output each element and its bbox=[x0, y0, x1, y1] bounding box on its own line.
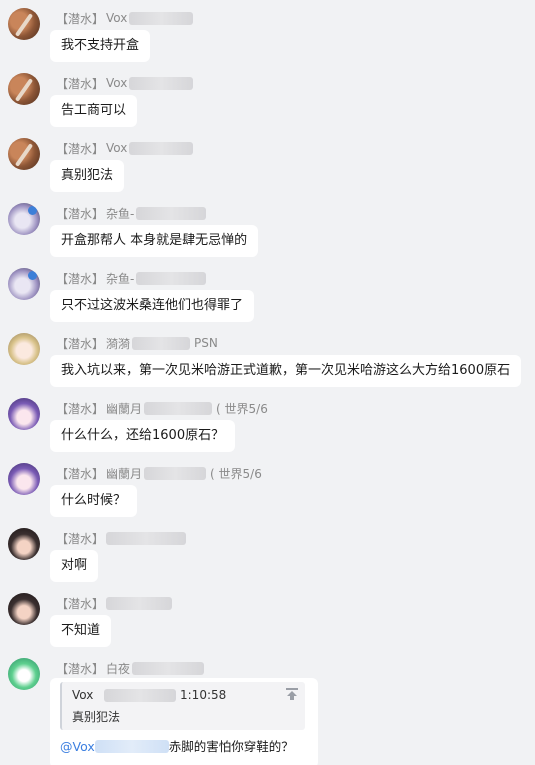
sender-name[interactable]: 漪漪 bbox=[106, 335, 130, 352]
redacted-name bbox=[129, 141, 194, 155]
sender-line: 【潜水】 幽蘭月 ( 世界5/6 bbox=[56, 400, 268, 416]
avatar[interactable] bbox=[8, 463, 40, 495]
sender-line: 【潜水】 杂鱼- bbox=[56, 205, 207, 222]
message-bubble[interactable]: 我入坑以来，第一次见米哈游正式道歉，第一次见米哈游这么大方给1600原石 bbox=[50, 355, 522, 387]
quoted-sender: Vox bbox=[72, 688, 94, 702]
redacted-name bbox=[132, 661, 205, 675]
avatar[interactable] bbox=[8, 138, 40, 170]
message-bubble[interactable]: 什么时候？ bbox=[50, 485, 138, 517]
avatar[interactable] bbox=[8, 528, 40, 560]
redacted-name bbox=[136, 271, 207, 285]
sender-tag: 【潜水】 bbox=[56, 11, 105, 26]
sender-name[interactable]: Vox bbox=[106, 11, 127, 25]
sender-tag: 【潜水】 bbox=[56, 271, 105, 286]
avatar[interactable] bbox=[8, 398, 40, 430]
message-bubble[interactable]: 真别犯法 bbox=[50, 160, 125, 192]
sender-name[interactable]: 杂鱼- bbox=[106, 205, 134, 222]
avatar[interactable] bbox=[8, 658, 40, 690]
sender-suffix: ( 世界5/6 bbox=[216, 401, 268, 416]
avatar[interactable] bbox=[8, 8, 40, 40]
sender-suffix: ( 世界5/6 bbox=[210, 466, 262, 481]
sender-tag: 【潜水】 bbox=[56, 401, 105, 416]
sender-line: 【潜水】 bbox=[56, 595, 173, 611]
redacted-name bbox=[129, 76, 194, 90]
avatar[interactable] bbox=[8, 268, 40, 300]
sender-tag: 【潜水】 bbox=[56, 466, 105, 481]
sender-tag: 【潜水】 bbox=[56, 141, 105, 156]
avatar[interactable] bbox=[8, 203, 40, 235]
redacted-name bbox=[136, 206, 207, 220]
reply-text: 赤脚的害怕你穿鞋的？ bbox=[168, 739, 294, 754]
sender-line: 【潜水】 Vox bbox=[56, 10, 194, 26]
message-bubble[interactable]: 我不支持开盒 bbox=[50, 30, 151, 62]
sender-name[interactable]: 幽蘭月 bbox=[106, 400, 142, 417]
message-bubble[interactable]: 开盒那帮人 本身就是肆无忌惮的 bbox=[50, 225, 259, 257]
sender-line: 【潜水】 白夜 bbox=[56, 660, 205, 677]
sender-line: 【潜水】 Vox bbox=[56, 75, 194, 91]
sender-line: 【潜水】 漪漪 PSN bbox=[56, 335, 218, 351]
redacted-name bbox=[106, 531, 187, 545]
sender-line: 【潜水】 bbox=[56, 530, 187, 546]
reply-content: @Vox 赤脚的害怕你穿鞋的？ bbox=[60, 736, 294, 758]
sender-tag: 【潜水】 bbox=[56, 661, 105, 676]
message-bubble[interactable]: 告工商可以 bbox=[50, 95, 138, 127]
sender-tag: 【潜水】 bbox=[56, 76, 105, 91]
message-bubble[interactable]: 不知道 bbox=[50, 615, 112, 647]
sender-tag: 【潜水】 bbox=[56, 206, 105, 221]
avatar[interactable] bbox=[8, 333, 40, 365]
redacted-name bbox=[144, 401, 213, 415]
redacted-name bbox=[144, 466, 207, 480]
sender-tag: 【潜水】 bbox=[56, 596, 105, 611]
message-bubble[interactable]: 什么什么，还给1600原石？ bbox=[50, 420, 236, 452]
sender-name[interactable]: 幽蘭月 bbox=[106, 465, 142, 482]
sender-name[interactable]: Vox bbox=[106, 76, 127, 90]
message-bubble[interactable]: 对啊 bbox=[50, 550, 99, 582]
redacted-name bbox=[94, 740, 169, 753]
sender-tag: 【潜水】 bbox=[56, 336, 105, 351]
sender-suffix: PSN bbox=[194, 336, 218, 350]
quoted-text: 真别犯法 bbox=[72, 710, 121, 724]
quoted-timestamp: 1:10:58 bbox=[180, 688, 227, 702]
sender-line: 【潜水】 幽蘭月 ( 世界5/6 bbox=[56, 465, 262, 481]
redacted-name bbox=[132, 336, 191, 350]
avatar[interactable] bbox=[8, 73, 40, 105]
mention-link[interactable]: @Vox bbox=[60, 739, 95, 754]
sender-line: 【潜水】 Vox bbox=[56, 140, 194, 156]
redacted-name bbox=[104, 689, 176, 702]
sender-line: 【潜水】 杂鱼- bbox=[56, 270, 207, 287]
message-bubble[interactable]: 只不过这波米桑连他们也得罪了 bbox=[50, 290, 255, 322]
sender-name[interactable]: 白夜 bbox=[106, 660, 130, 677]
avatar[interactable] bbox=[8, 593, 40, 625]
sender-tag: 【潜水】 bbox=[56, 531, 105, 546]
redacted-name bbox=[129, 11, 194, 25]
sender-name[interactable]: Vox bbox=[106, 141, 127, 155]
jump-to-message-icon[interactable] bbox=[285, 687, 299, 701]
redacted-name bbox=[106, 596, 173, 610]
message-bubble[interactable]: Vox 1:10:58 真别犯法 @Vox 赤脚的害怕你穿鞋的？ bbox=[50, 678, 318, 765]
quoted-message[interactable]: Vox 1:10:58 真别犯法 bbox=[60, 682, 305, 730]
sender-name[interactable]: 杂鱼- bbox=[106, 270, 134, 287]
